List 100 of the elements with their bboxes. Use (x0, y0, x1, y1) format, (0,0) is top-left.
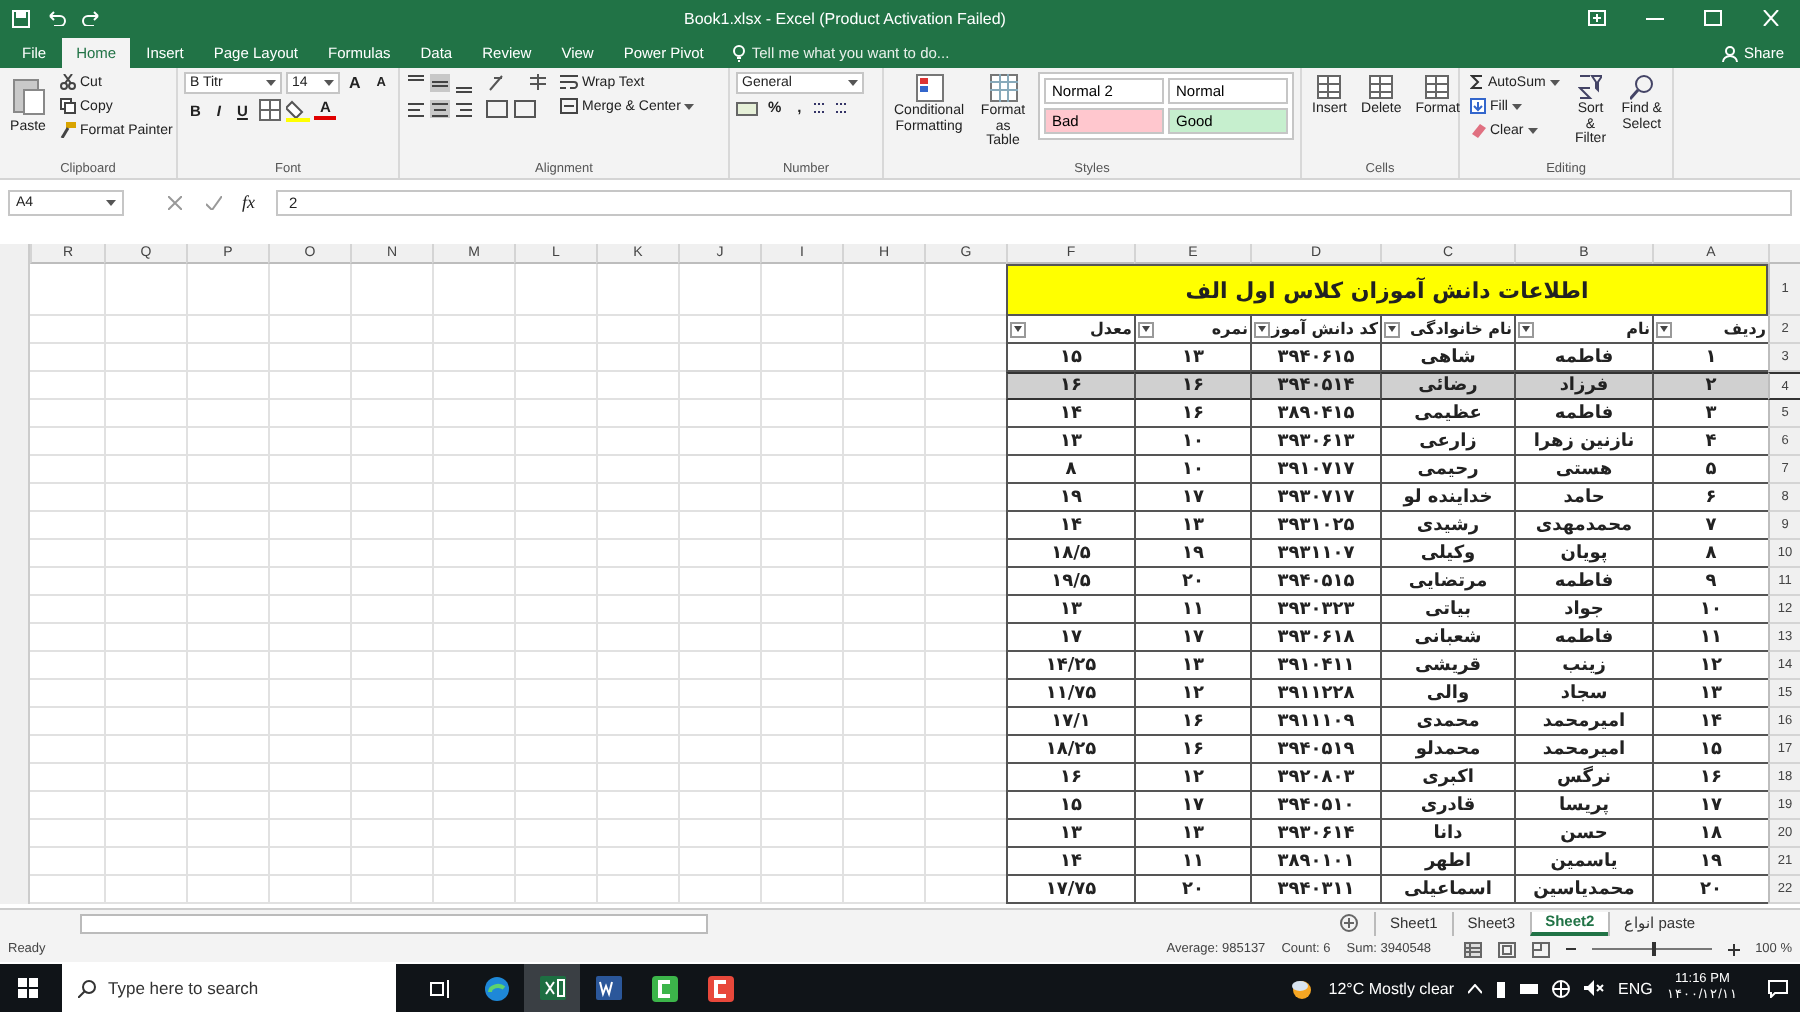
table-cell: ۱۱/۷۵ (1006, 680, 1134, 708)
zoom-in-icon[interactable] (1727, 943, 1740, 955)
spreadsheet-taskbar-button[interactable] (524, 964, 580, 1012)
table-cell: ۳۹۴۰۵۱۰ (1250, 792, 1380, 820)
minimize-icon[interactable] (1646, 15, 1664, 21)
sort-filter-icon (1578, 74, 1603, 100)
table-cell: ۳ (1652, 400, 1768, 428)
page-layout-icon[interactable] (1497, 941, 1516, 957)
table-cell: ۱۸/۵ (1006, 540, 1134, 568)
column-title: معدل (1089, 320, 1132, 338)
chevron-up-icon[interactable] (1468, 983, 1483, 993)
table-cell: ۲۰ (1134, 568, 1250, 596)
table-cell: ۸ (1006, 456, 1134, 484)
table-cell: ۱۳ (1134, 512, 1250, 540)
table-cell: ۲۰ (1652, 876, 1768, 904)
notification-icon[interactable] (1768, 979, 1788, 997)
filter-button[interactable] (1254, 321, 1270, 337)
horizontal-scrollbar[interactable] (80, 913, 708, 933)
filter-button[interactable] (1518, 321, 1534, 337)
table-cell: ۱۶ (1134, 736, 1250, 764)
table-cell: ۱۳ (1006, 596, 1134, 624)
alignment-buttons-drawing[interactable] (406, 98, 538, 120)
filter-button[interactable] (1010, 321, 1026, 337)
table-cell: ۳۸۹۰۱۰۱ (1250, 848, 1380, 876)
add-sheet-icon[interactable] (1340, 914, 1358, 932)
table-cell: ۱۱ (1652, 624, 1768, 652)
table-cell: ۱۰ (1134, 456, 1250, 484)
alignment-icons-drawing[interactable] (406, 72, 550, 94)
table-cell: عظیمی (1380, 400, 1514, 428)
table-cell: ۴ (1652, 428, 1768, 456)
language-indicator[interactable]: ENG (1618, 979, 1653, 997)
fill-color-icon[interactable] (285, 99, 310, 121)
weather-text[interactable]: 12°C Mostly clear (1328, 979, 1455, 997)
spreadsheet-app-icon (539, 976, 565, 1000)
caret-icon (1549, 79, 1560, 85)
browser-icon (483, 975, 509, 1001)
eraser-icon (1470, 122, 1486, 138)
save-icon[interactable] (12, 9, 30, 27)
caret-icon (1511, 103, 1522, 109)
borders-icon[interactable] (257, 98, 282, 122)
battery-icon[interactable] (1496, 979, 1507, 997)
decimal-icon[interactable] (811, 99, 852, 115)
table-cell: فاطمه (1514, 624, 1652, 652)
table-cell: والی (1380, 680, 1514, 708)
taskbar-search-field[interactable]: Type here to search (62, 964, 396, 1012)
table-cell: رشیدی (1380, 512, 1514, 540)
c-letter-app-icon (707, 975, 733, 1001)
network-icon[interactable] (1520, 981, 1539, 995)
table-cell: ۱۲ (1134, 680, 1250, 708)
table-cell: امیرمحمد (1514, 736, 1652, 764)
checkmark-icon[interactable] (206, 195, 222, 209)
table-cell: ۳۹۱۰۷۱۷ (1250, 456, 1380, 484)
table-cell: حامد (1514, 484, 1652, 512)
search-icon (78, 979, 96, 997)
table-cell: ۱۷ (1652, 792, 1768, 820)
caret-icon (848, 80, 858, 86)
table-cell: محمدی (1380, 708, 1514, 736)
table-cell: ۱۹ (1006, 484, 1134, 512)
table-cell: ۳۹۳۰۶۱۳ (1250, 428, 1380, 456)
page-break-icon[interactable] (1531, 941, 1550, 957)
caret-icon (1522, 326, 1530, 332)
undo-icon[interactable] (46, 10, 66, 26)
table-cell: اسماعیلی (1380, 876, 1514, 904)
table-cell: ۳۹۱۱۲۲۸ (1250, 680, 1380, 708)
table-cell: ۲ (1652, 372, 1768, 400)
insert-function-button[interactable]: fx (230, 192, 267, 212)
table-cell: ۱۰ (1652, 596, 1768, 624)
lightbulb-icon[interactable] (731, 44, 746, 62)
currency-icon[interactable] (736, 99, 758, 115)
filter-button[interactable] (1138, 321, 1154, 337)
grow-font-button[interactable]: A (343, 74, 367, 92)
table-cell: ۷ (1652, 512, 1768, 540)
table-cell: ۶ (1652, 484, 1768, 512)
globe-icon[interactable] (1552, 979, 1571, 997)
table-cell: ۹ (1652, 568, 1768, 596)
column-title: کد دانش آموز (1271, 320, 1378, 338)
cancel-icon[interactable] (168, 195, 182, 209)
normal-view-icon[interactable] (1463, 941, 1482, 957)
muted-speaker-icon[interactable] (1584, 980, 1605, 996)
table-cell: ۱۵ (1652, 736, 1768, 764)
close-icon[interactable] (1762, 10, 1780, 26)
ribbon-display-icon[interactable] (1588, 10, 1606, 26)
filter-button[interactable] (1384, 321, 1400, 337)
zoom-slider-thumb[interactable] (1651, 942, 1656, 956)
table-cell: ۱۳ (1134, 820, 1250, 848)
caret-icon (1142, 326, 1150, 332)
weather-icon[interactable] (1290, 977, 1315, 999)
table-cell: ۱۷/۷۵ (1006, 876, 1134, 904)
caret-icon (1388, 326, 1396, 332)
filter-button[interactable] (1656, 321, 1672, 337)
table-cell: ۱۰ (1134, 428, 1250, 456)
table-cell: زارعی (1380, 428, 1514, 456)
table-cell: رضائی (1380, 372, 1514, 400)
maximize-icon[interactable] (1704, 10, 1722, 26)
vertical-scrollbar[interactable] (0, 244, 30, 904)
table-cell: ۱۸/۲۵ (1006, 736, 1134, 764)
zoom-out-icon[interactable] (1565, 944, 1576, 954)
caret-icon (323, 80, 334, 86)
sigma-icon (1470, 74, 1484, 90)
redo-icon[interactable] (82, 10, 102, 26)
